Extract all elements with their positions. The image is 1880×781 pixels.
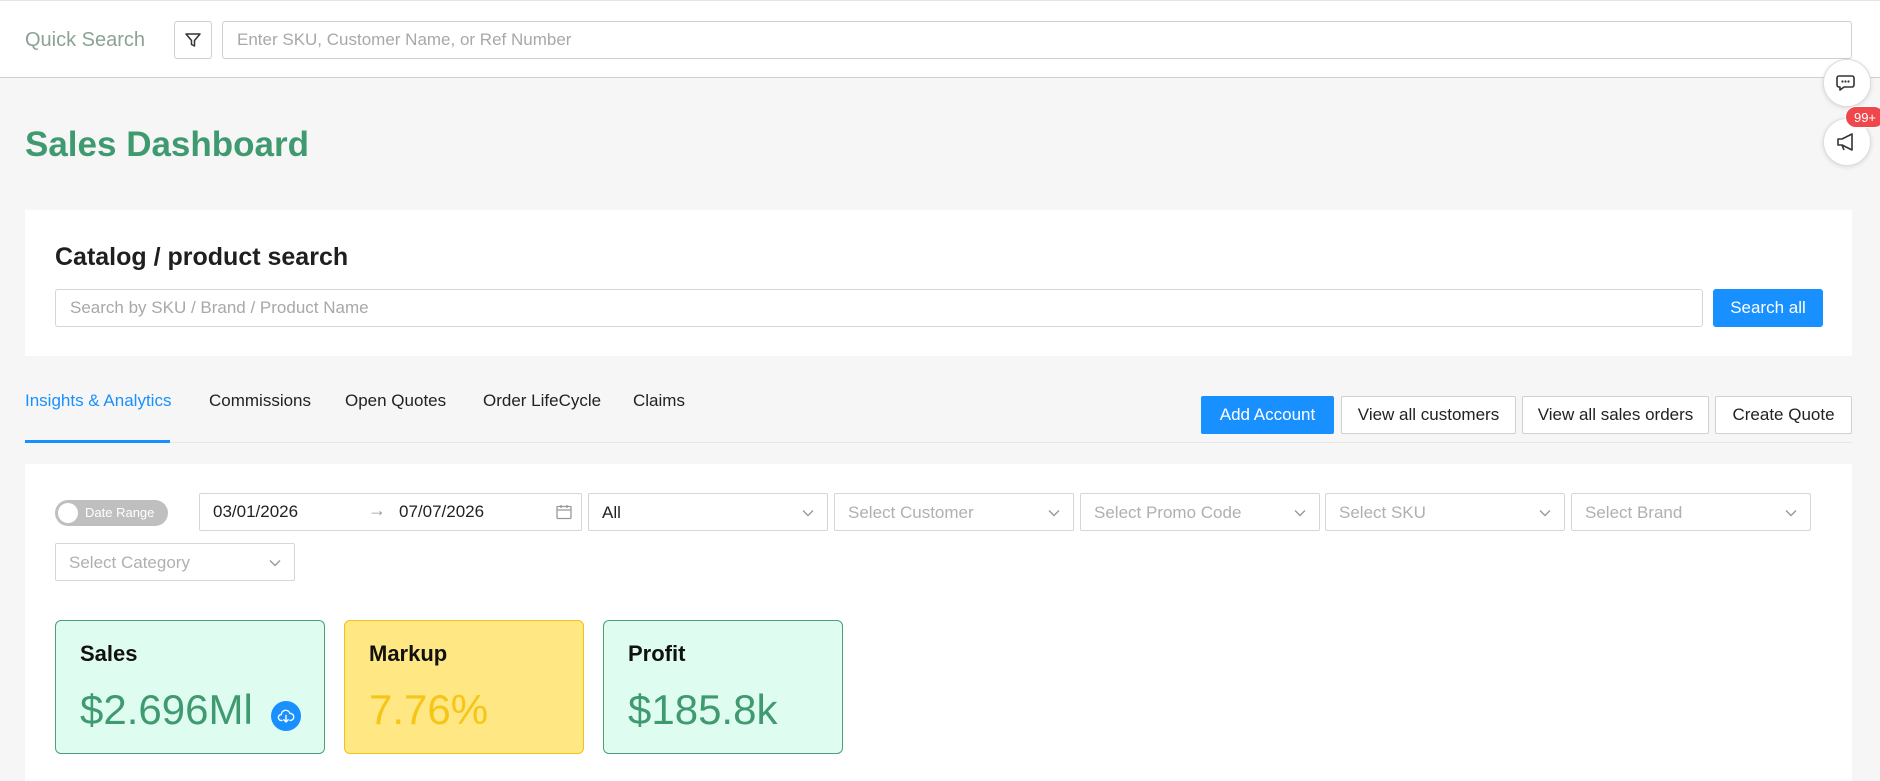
search-all-button[interactable]: Search all [1713,289,1823,327]
top-bar: Quick Search [0,0,1880,78]
status-select-value: All [602,503,621,522]
chevron-down-icon [269,560,281,567]
sku-select-placeholder: Select SKU [1339,503,1426,522]
catalog-title: Catalog / product search [55,243,349,271]
date-range-toggle-label: Date Range [85,505,155,520]
chat-button[interactable] [1823,59,1871,107]
filter-icon [185,33,201,47]
category-select[interactable]: Select Category [55,543,295,581]
tab-claims[interactable]: Claims [633,391,685,411]
chevron-down-icon [1785,510,1797,517]
brand-select[interactable]: Select Brand [1571,493,1811,531]
promo-code-select-placeholder: Select Promo Code [1094,503,1242,522]
date-start[interactable]: 03/01/2026 [213,502,298,522]
sales-kpi-title: Sales [80,641,138,666]
chevron-down-icon [1539,510,1551,517]
megaphone-icon [1837,133,1853,151]
date-range-toggle[interactable]: Date Range [55,500,168,526]
tab-order-lifecycle[interactable]: Order LifeCycle [483,391,601,411]
category-select-placeholder: Select Category [69,553,190,572]
download-sales-button[interactable] [271,701,301,731]
markup-kpi-title: Markup [369,641,448,666]
profit-kpi-value: $185.8k [628,686,778,733]
filter-button[interactable] [174,21,212,59]
status-select[interactable]: All [588,493,828,531]
notification-badge: 99+ [1845,106,1880,128]
customer-select[interactable]: Select Customer [834,493,1074,531]
sales-kpi-value: $2.696Ml [80,686,253,733]
tab-open-quotes[interactable]: Open Quotes [345,391,446,411]
chevron-down-icon [802,510,814,517]
toggle-knob [58,503,78,523]
chat-bubbles-icon [1836,75,1855,91]
catalog-search-input[interactable] [55,289,1703,327]
profit-kpi-title: Profit [628,641,686,666]
create-quote-button[interactable]: Create Quote [1715,396,1852,434]
quick-search-input[interactable] [222,21,1852,59]
sku-select[interactable]: Select SKU [1325,493,1565,531]
date-range-picker[interactable]: 03/01/2026 → 07/07/2026 [199,493,582,531]
catalog-search-card: Catalog / product search Search all [25,210,1852,356]
markup-kpi-card: Markup 7.76% [344,620,584,754]
chevron-down-icon [1294,510,1306,517]
brand-select-placeholder: Select Brand [1585,503,1683,522]
promo-code-select[interactable]: Select Promo Code [1080,493,1320,531]
active-tab-indicator [25,440,170,443]
tab-commissions[interactable]: Commissions [209,391,311,411]
profit-kpi-card: Profit $185.8k [603,620,843,754]
calendar-icon [556,505,572,520]
quick-search-label: Quick Search [25,29,146,51]
page-title: Sales Dashboard [25,125,309,164]
cloud-download-icon [277,709,295,723]
insights-panel: Date Range 03/01/2026 → 07/07/2026 All S… [25,464,1852,781]
customer-select-placeholder: Select Customer [848,503,974,522]
view-all-sales-orders-button[interactable]: View all sales orders [1522,396,1709,434]
view-all-customers-button[interactable]: View all customers [1341,396,1516,434]
chevron-down-icon [1048,510,1060,517]
tab-insights-analytics[interactable]: Insights & Analytics [25,391,171,411]
arrow-right-icon: → [368,500,386,520]
add-account-button[interactable]: Add Account [1201,396,1334,434]
date-end[interactable]: 07/07/2026 [399,502,484,522]
sales-kpi-card: Sales $2.696Ml [55,620,325,754]
markup-kpi-value: 7.76% [369,686,489,733]
